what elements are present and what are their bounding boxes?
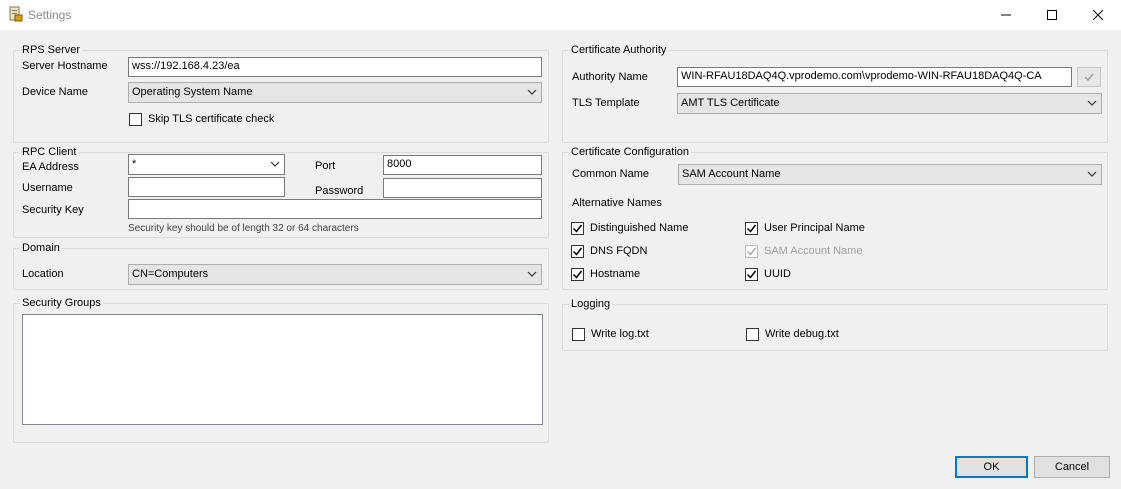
distinguished-name-checkbox[interactable]: Distinguished Name [571,220,688,236]
checkmark-icon [572,270,583,279]
check-icon [1084,73,1094,82]
checkmark-icon [746,270,757,279]
user-principal-name-label: User Principal Name [764,222,865,234]
write-debug-box[interactable] [746,327,759,341]
settings-app-icon [9,6,23,22]
port-label: Port [315,160,336,172]
location-value: CN=Computers [132,268,209,280]
authority-name-label: Authority Name [572,71,648,83]
tls-template-value: AMT TLS Certificate [681,97,780,109]
common-name-value: SAM Account Name [682,168,781,180]
certificate-configuration-group-label: Certificate Configuration [569,146,692,158]
chevron-down-icon [270,161,280,167]
checkmark-icon [746,247,757,256]
password-input[interactable] [383,178,542,198]
domain-group-label: Domain [20,242,62,254]
device-name-select[interactable]: Operating System Name [128,82,542,103]
tls-template-select[interactable]: AMT TLS Certificate [677,93,1102,114]
hostname-checkbox[interactable]: Hostname [571,266,640,282]
maximize-icon [1047,10,1057,20]
hostname-label: Hostname [590,268,641,280]
user-principal-name-checkbox[interactable]: User Principal Name [745,220,865,236]
write-debug-label: Write debug.txt [765,328,839,340]
location-label: Location [22,268,64,280]
checkmark-icon [572,224,583,233]
rpc-client-group-label: RPC Client [20,146,79,158]
authority-verify-button[interactable] [1077,67,1101,87]
skip-tls-box[interactable] [129,112,142,126]
close-button[interactable] [1075,0,1121,30]
sam-account-name-checkbox: SAM Account Name [745,243,862,259]
rps-server-group-label: RPS Server [20,44,83,56]
distinguished-name-label: Distinguished Name [590,222,689,234]
username-input[interactable] [128,177,285,197]
common-name-label: Common Name [572,168,650,180]
sam-account-name-box [745,244,758,258]
minimize-icon [1001,14,1011,16]
chevron-down-icon [527,89,537,95]
checkmark-icon [746,224,757,233]
alternative-names-label: Alternative Names [572,197,662,209]
distinguished-name-box[interactable] [571,221,584,235]
security-key-hint: Security key should be of length 32 or 6… [128,223,359,234]
common-name-select[interactable]: SAM Account Name [678,164,1102,185]
sam-account-name-label: SAM Account Name [764,245,863,257]
certificate-authority-group-label: Certificate Authority [569,44,669,56]
window-title: Settings [28,8,72,22]
dns-fqdn-checkbox[interactable]: DNS FQDN [571,243,647,259]
hostname-box[interactable] [571,267,584,281]
tls-template-label: TLS Template [572,97,640,109]
write-log-label: Write log.txt [591,328,649,340]
ea-address-select[interactable]: * [128,154,285,175]
minimize-button[interactable] [983,0,1029,30]
device-name-value: Operating System Name [132,86,253,98]
ea-address-label: EA Address [22,161,79,173]
chevron-down-icon [1087,100,1097,106]
checkmark-icon [572,247,583,256]
logging-group-label: Logging [569,298,613,310]
device-name-label: Device Name [22,86,89,98]
skip-tls-checkbox[interactable]: Skip TLS certificate check [129,111,274,127]
security-groups-group-label: Security Groups [20,297,103,309]
password-label: Password [315,185,364,197]
chevron-down-icon [527,271,537,277]
uuid-box[interactable] [745,267,758,281]
location-select[interactable]: CN=Computers [128,264,542,285]
user-principal-name-box[interactable] [745,221,758,235]
port-input[interactable]: 8000 [383,155,542,175]
dns-fqdn-box[interactable] [571,244,584,258]
dns-fqdn-label: DNS FQDN [590,245,648,257]
ok-button[interactable]: OK [955,456,1028,478]
security-key-input[interactable] [128,199,542,219]
ea-address-value: * [132,158,137,170]
close-icon [1093,10,1103,20]
uuid-label: UUID [764,268,791,280]
server-hostname-input[interactable]: wss://192.168.4.23/ea [128,57,542,77]
uuid-checkbox[interactable]: UUID [745,266,791,282]
title-bar: Settings [0,0,1121,30]
write-log-box[interactable] [572,327,585,341]
maximize-button[interactable] [1029,0,1075,30]
chevron-down-icon [1087,171,1097,177]
security-key-label: Security Key [22,204,84,216]
server-hostname-label: Server Hostname [22,60,108,72]
authority-name-input[interactable]: WIN-RFAU18DAQ4Q.vprodemo.com\vprodemo-WI… [677,67,1072,87]
security-groups-list[interactable] [22,314,543,425]
skip-tls-label: Skip TLS certificate check [148,113,275,125]
cancel-button[interactable]: Cancel [1034,456,1110,478]
username-label: Username [22,182,73,194]
write-debug-checkbox[interactable]: Write debug.txt [746,326,839,342]
write-log-checkbox[interactable]: Write log.txt [572,326,649,342]
